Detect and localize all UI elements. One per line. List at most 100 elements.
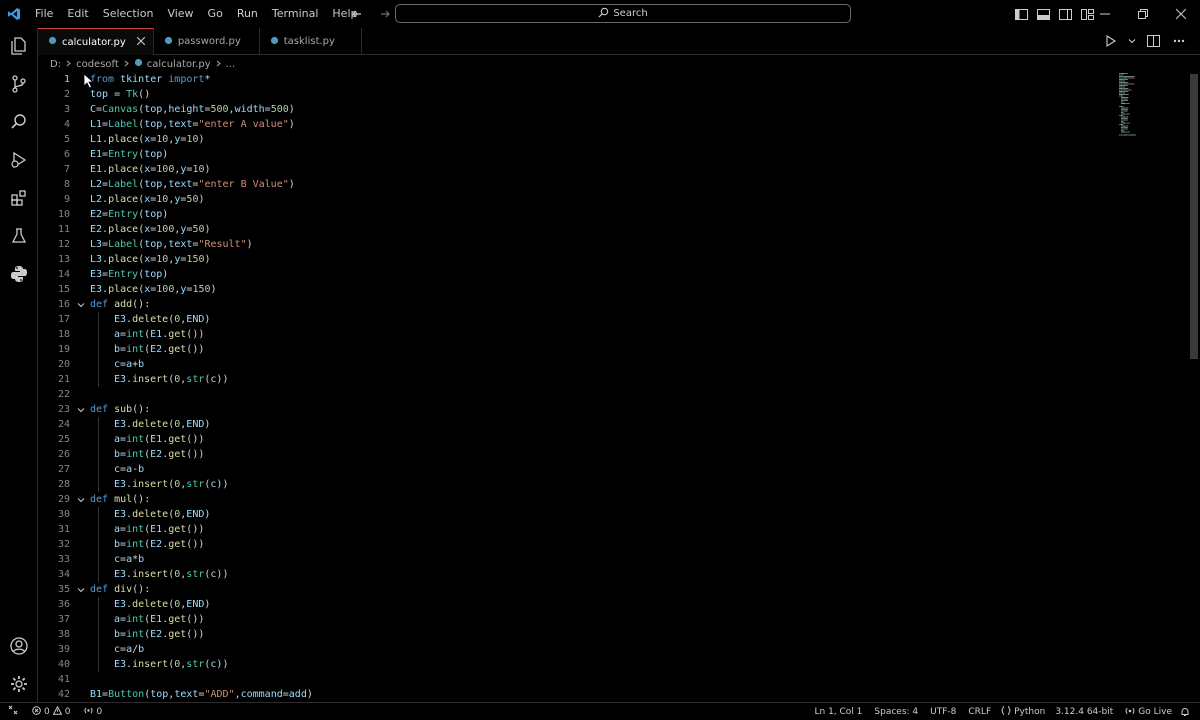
code-line[interactable]: 5 L1.place(x=10,y=10) xyxy=(38,132,1098,147)
code-line[interactable]: 15 E3.place(x=100,y=150) xyxy=(38,282,1098,297)
file-encoding[interactable]: UTF-8 xyxy=(922,707,960,717)
fold-chevron-icon[interactable] xyxy=(76,582,86,597)
problems-indicator[interactable]: 0 0 xyxy=(28,705,74,718)
back-arrow-icon[interactable] xyxy=(348,5,366,23)
code-line[interactable]: 13 L3.place(x=10,y=150) xyxy=(38,252,1098,267)
vertical-scrollbar[interactable] xyxy=(1188,72,1200,702)
code-line[interactable]: 29 def mul(): xyxy=(38,492,1098,507)
code-line[interactable]: 38 b=int(E2.get()) xyxy=(38,627,1098,642)
code-token: get xyxy=(168,614,187,625)
breadcrumb-drive[interactable]: D: xyxy=(50,59,61,70)
cursor-position[interactable]: Ln 1, Col 1 xyxy=(811,707,867,717)
breadcrumb-file[interactable]: calculator.py xyxy=(147,59,211,70)
close-window-icon[interactable] xyxy=(1162,0,1200,28)
command-search-box[interactable]: Search xyxy=(395,4,851,23)
code-line[interactable]: 28 E3.insert(0,str(c)) xyxy=(38,477,1098,492)
indentation[interactable]: Spaces: 4 xyxy=(866,707,922,717)
code-line[interactable]: 36 E3.delete(0,END) xyxy=(38,597,1098,612)
code-line[interactable]: 7 E1.place(x=100,y=10) xyxy=(38,162,1098,177)
code-line[interactable]: 33 c=a*b xyxy=(38,552,1098,567)
toggle-secondary-sidebar-icon[interactable] xyxy=(1056,5,1074,23)
code-line[interactable]: 31 a=int(E1.get()) xyxy=(38,522,1098,537)
code-line[interactable]: 40 E3.insert(0,str(c)) xyxy=(38,657,1098,672)
code-line[interactable]: 3 C=Canvas(top,height=500,width=500) xyxy=(38,102,1098,117)
split-editor-icon[interactable] xyxy=(1144,32,1162,50)
accounts-icon[interactable] xyxy=(0,628,38,664)
code-line[interactable]: 42 B1=Button(top,text="ADD",command=add) xyxy=(38,687,1098,702)
code-line[interactable]: 39 c=a/b xyxy=(38,642,1098,657)
breadcrumb-folder[interactable]: codesoft xyxy=(76,59,119,70)
code-line[interactable]: 23 def sub(): xyxy=(38,402,1098,417)
code-line[interactable]: 22 xyxy=(38,387,1098,402)
code-line[interactable]: 4 L1=Label(top,text="enter A value") xyxy=(38,117,1098,132)
language-mode[interactable]: Python xyxy=(995,706,1049,718)
code-line[interactable]: 25 a=int(E1.get()) xyxy=(38,432,1098,447)
close-tab-icon[interactable] xyxy=(136,36,146,48)
fold-chevron-icon[interactable] xyxy=(76,492,86,507)
code-line[interactable]: 16 def add(): xyxy=(38,297,1098,312)
fold-chevron-icon[interactable] xyxy=(76,402,86,417)
more-actions-icon[interactable] xyxy=(1170,32,1188,50)
code-line[interactable]: 32 b=int(E2.get()) xyxy=(38,537,1098,552)
code-line[interactable]: 14 E3=Entry(top) xyxy=(38,267,1098,282)
code-line[interactable]: 2 top = Tk() xyxy=(38,87,1098,102)
run-and-debug-icon[interactable] xyxy=(0,142,38,178)
restore-icon[interactable] xyxy=(1124,0,1162,28)
tab-calculator-py[interactable]: calculator.py xyxy=(38,28,154,55)
run-python-file-icon[interactable] xyxy=(1102,32,1120,50)
code-line[interactable]: 37 a=int(E1.get()) xyxy=(38,612,1098,627)
code-line[interactable]: 10 E2=Entry(top) xyxy=(38,207,1098,222)
ports-indicator[interactable]: 0 xyxy=(80,706,106,718)
go-live-button[interactable]: Go Live xyxy=(1117,706,1176,719)
menu-view[interactable]: View xyxy=(160,0,200,28)
code-line[interactable]: 21 E3.insert(0,str(c)) xyxy=(38,372,1098,387)
python-interpreter[interactable]: 3.12.4 64-bit xyxy=(1049,707,1117,717)
menu-edit[interactable]: Edit xyxy=(60,0,95,28)
minimize-icon[interactable] xyxy=(1086,0,1124,28)
breadcrumb-more[interactable]: ... xyxy=(226,59,236,70)
menu-selection[interactable]: Selection xyxy=(96,0,161,28)
minimap-line xyxy=(1125,113,1127,115)
toggle-panel-icon[interactable] xyxy=(1034,5,1052,23)
code-line[interactable]: 6 E1=Entry(top) xyxy=(38,147,1098,162)
code-line[interactable]: 27 c=a-b xyxy=(38,462,1098,477)
code-line[interactable]: 35 def div(): xyxy=(38,582,1098,597)
scrollbar-thumb[interactable] xyxy=(1190,74,1198,359)
notifications-bell-icon[interactable] xyxy=(1176,707,1194,717)
menu-go[interactable]: Go xyxy=(201,0,230,28)
minimap[interactable] xyxy=(1118,72,1148,142)
testing-flask-icon[interactable] xyxy=(0,218,38,254)
code-line[interactable]: 30 E3.delete(0,END) xyxy=(38,507,1098,522)
code-line[interactable]: 8 L2=Label(top,text="enter B Value") xyxy=(38,177,1098,192)
code-line[interactable]: 17 E3.delete(0,END) xyxy=(38,312,1098,327)
tab-tasklist-py[interactable]: tasklist.py xyxy=(260,28,362,55)
menu-run[interactable]: Run xyxy=(230,0,265,28)
toggle-primary-sidebar-icon[interactable] xyxy=(1012,5,1030,23)
end-of-line[interactable]: CRLF xyxy=(960,707,995,717)
python-icon[interactable] xyxy=(0,256,38,292)
code-line[interactable]: 24 E3.delete(0,END) xyxy=(38,417,1098,432)
code-line[interactable]: 9 L2.place(x=10,y=50) xyxy=(38,192,1098,207)
fold-chevron-icon[interactable] xyxy=(76,297,86,312)
extensions-icon[interactable] xyxy=(0,180,38,216)
code-line[interactable]: 19 b=int(E2.get()) xyxy=(38,342,1098,357)
source-control-icon[interactable] xyxy=(0,66,38,102)
code-editor[interactable]: 1 from tkinter import* 2 top = Tk() 3 C=Canva… xyxy=(38,72,1200,702)
search-sidebar-icon[interactable] xyxy=(0,104,38,140)
settings-gear-icon[interactable] xyxy=(0,666,38,702)
code-line[interactable]: 34 E3.insert(0,str(c)) xyxy=(38,567,1098,582)
menu-terminal[interactable]: Terminal xyxy=(265,0,326,28)
run-dropdown-chevron-icon[interactable] xyxy=(1128,32,1136,50)
code-line[interactable]: 20 c=a+b xyxy=(38,357,1098,372)
forward-arrow-icon[interactable] xyxy=(376,5,394,23)
code-line[interactable]: 1 from tkinter import* xyxy=(38,72,1098,87)
tab-password-py[interactable]: password.py xyxy=(154,28,260,55)
code-line[interactable]: 18 a=int(E1.get()) xyxy=(38,327,1098,342)
code-line[interactable]: 41 xyxy=(38,672,1098,687)
menu-file[interactable]: File xyxy=(28,0,60,28)
remote-indicator[interactable] xyxy=(4,705,22,718)
code-line[interactable]: 26 b=int(E2.get()) xyxy=(38,447,1098,462)
explorer-icon[interactable] xyxy=(0,28,38,64)
code-line[interactable]: 11 E2.place(x=100,y=50) xyxy=(38,222,1098,237)
code-line[interactable]: 12 L3=Label(top,text="Result") xyxy=(38,237,1098,252)
